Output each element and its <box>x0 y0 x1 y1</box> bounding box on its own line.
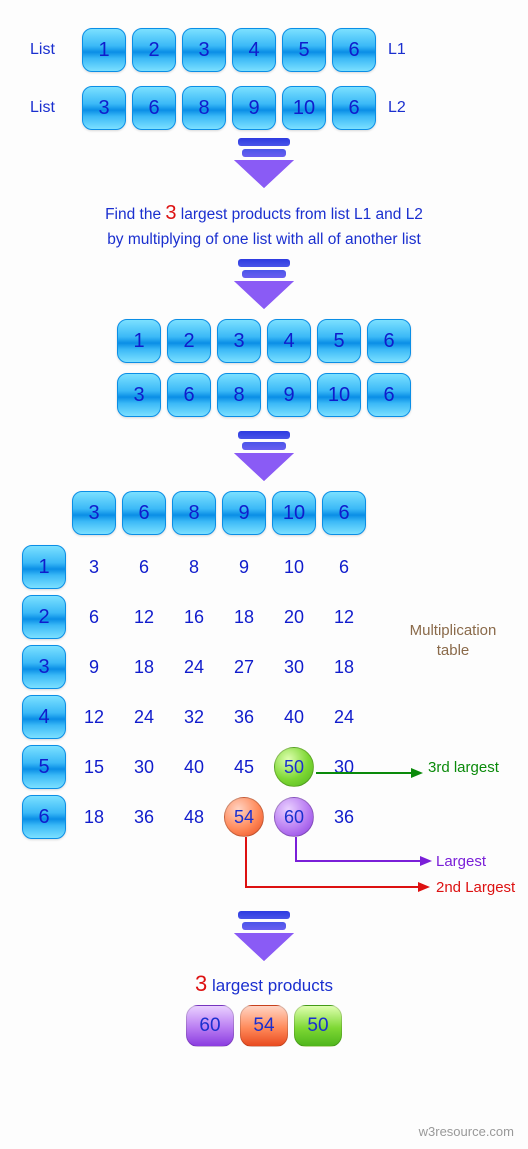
product-cell: 40 <box>272 707 316 728</box>
list-cell: 9 <box>222 491 266 535</box>
product-cell: 12 <box>72 707 116 728</box>
arrow-4 <box>0 911 528 961</box>
list-label-2: List <box>30 99 76 117</box>
ann-third: 3rd largest <box>428 759 499 776</box>
list-cell: 5 <box>22 745 66 789</box>
result-row: 60 54 50 <box>0 1005 528 1047</box>
product-cell: 8 <box>172 557 216 578</box>
product-cell: 36 <box>222 707 266 728</box>
product-cell: 18 <box>222 607 266 628</box>
product-cell: 60 <box>272 797 316 837</box>
product-cell: 36 <box>122 807 166 828</box>
list-cell: 3 <box>217 319 261 363</box>
product-cell: 54 <box>222 797 266 837</box>
product-cell: 6 <box>322 557 366 578</box>
list-cell: 2 <box>132 28 176 72</box>
product-cell: 18 <box>322 657 366 678</box>
list-cell: 2 <box>22 595 66 639</box>
list-cell: 1 <box>82 28 126 72</box>
list-cell: 5 <box>282 28 326 72</box>
product-cell: 20 <box>272 607 316 628</box>
list-cell: 4 <box>22 695 66 739</box>
product-cell: 32 <box>172 707 216 728</box>
ann-second: 2nd Largest <box>436 879 515 896</box>
l1-row: List 123456 L1 <box>0 28 528 72</box>
list-cell: 6 <box>22 795 66 839</box>
result-largest: 60 <box>186 1005 234 1047</box>
arrow-1 <box>0 138 528 188</box>
list-cell: 3 <box>82 86 126 130</box>
product-cell: 45 <box>222 757 266 778</box>
product-cell: 18 <box>122 657 166 678</box>
product-cell: 27 <box>222 657 266 678</box>
l2-row: List 3689106 L2 <box>0 86 528 130</box>
product-cell: 9 <box>72 657 116 678</box>
product-cell: 40 <box>172 757 216 778</box>
result-second: 54 <box>240 1005 288 1047</box>
l1-repeat: 123456 <box>0 319 528 363</box>
list-cell: 3 <box>182 28 226 72</box>
list-cell: 6 <box>332 28 376 72</box>
multiplication-table: 3689106 123456 3689106612161820129182427… <box>0 491 528 851</box>
list-cell: 2 <box>167 319 211 363</box>
product-cell: 24 <box>322 707 366 728</box>
mul-table-label: Multiplication table <box>398 621 508 660</box>
product-cell: 12 <box>322 607 366 628</box>
arrow-2 <box>0 259 528 309</box>
caption-main: Find the 3 largest products from list L1… <box>44 198 484 251</box>
product-cell: 3 <box>72 557 116 578</box>
product-cell: 10 <box>272 557 316 578</box>
list-cell: 6 <box>367 373 411 417</box>
list-cell: 1 <box>117 319 161 363</box>
list-cell: 4 <box>232 28 276 72</box>
list-cell: 10 <box>317 373 361 417</box>
product-cell: 30 <box>322 757 366 778</box>
product-cell: 6 <box>122 557 166 578</box>
product-cell: 30 <box>272 657 316 678</box>
list-cell: 8 <box>217 373 261 417</box>
l2-repeat: 3689106 <box>0 373 528 417</box>
product-cell: 24 <box>122 707 166 728</box>
product-cell: 15 <box>72 757 116 778</box>
product-cell: 9 <box>222 557 266 578</box>
list-cell: 3 <box>117 373 161 417</box>
list-cell: 3 <box>72 491 116 535</box>
product-cell: 48 <box>172 807 216 828</box>
product-cell: 24 <box>172 657 216 678</box>
list-cell: 10 <box>282 86 326 130</box>
l1-label: L1 <box>388 41 418 59</box>
list-cell: 6 <box>322 491 366 535</box>
result-third: 50 <box>294 1005 342 1047</box>
list-cell: 3 <box>22 645 66 689</box>
list-cell: 9 <box>232 86 276 130</box>
footer-credit: w3resource.com <box>419 1124 514 1139</box>
list-cell: 6 <box>332 86 376 130</box>
list-cell: 6 <box>132 86 176 130</box>
product-cell: 6 <box>72 607 116 628</box>
list-cell: 6 <box>167 373 211 417</box>
list-cell: 6 <box>367 319 411 363</box>
ann-largest: Largest <box>436 853 486 870</box>
result-caption: 3 largest products <box>0 971 528 997</box>
list-cell: 8 <box>172 491 216 535</box>
list-cell: 10 <box>272 491 316 535</box>
list-cell: 4 <box>267 319 311 363</box>
list-label-1: List <box>30 41 76 59</box>
product-cell: 50 <box>272 747 316 787</box>
product-cell: 16 <box>172 607 216 628</box>
product-cell: 30 <box>122 757 166 778</box>
l2-label: L2 <box>388 99 418 117</box>
arrow-3 <box>0 431 528 481</box>
product-cell: 36 <box>322 807 366 828</box>
list-cell: 5 <box>317 319 361 363</box>
product-cell: 12 <box>122 607 166 628</box>
list-cell: 6 <box>122 491 166 535</box>
list-cell: 1 <box>22 545 66 589</box>
list-cell: 9 <box>267 373 311 417</box>
list-cell: 8 <box>182 86 226 130</box>
product-cell: 18 <box>72 807 116 828</box>
